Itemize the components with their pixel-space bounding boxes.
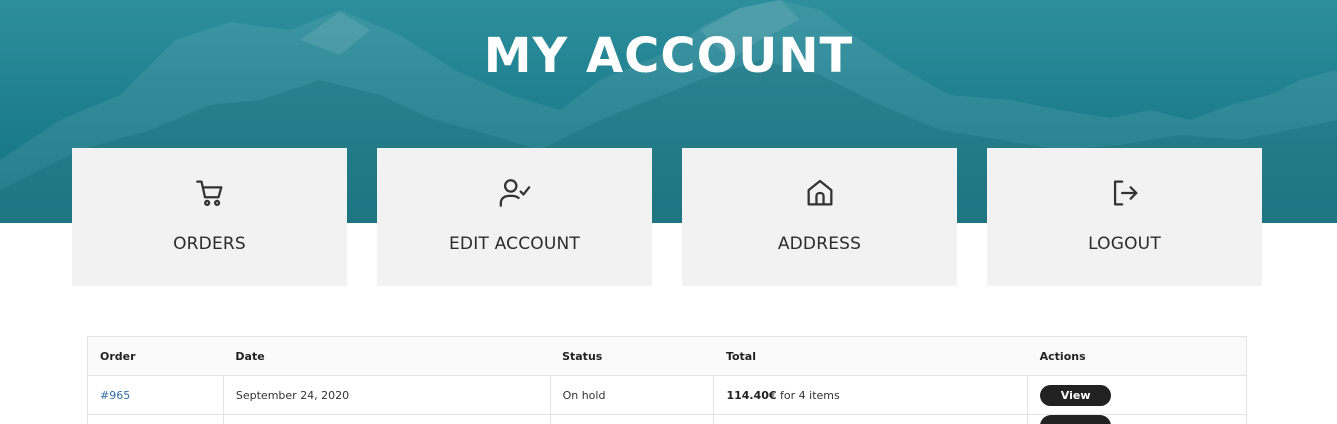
column-header-actions: Actions bbox=[1027, 336, 1247, 376]
column-header-total: Total bbox=[713, 336, 1028, 376]
tile-orders-label: ORDERS bbox=[173, 234, 246, 254]
tile-logout[interactable]: LOGOUT bbox=[987, 148, 1262, 286]
orders-table: Order Date Status Total Actions #965 Sep… bbox=[87, 336, 1247, 424]
user-check-icon bbox=[499, 179, 530, 207]
tile-address-label: ADDRESS bbox=[777, 234, 862, 254]
column-header-date: Date bbox=[223, 336, 551, 376]
tile-edit-account[interactable]: EDIT ACCOUNT bbox=[377, 148, 652, 286]
order-number-cell: #965 bbox=[87, 375, 224, 415]
order-total-amount: 114.40€ bbox=[726, 388, 777, 402]
order-number-link[interactable]: #965 bbox=[100, 389, 130, 402]
tile-orders[interactable]: ORDERS bbox=[72, 148, 347, 286]
table-row: #965 September 24, 2020 On hold 114.40€ … bbox=[87, 375, 1247, 415]
order-actions-cell: View bbox=[1027, 375, 1247, 415]
order-total-items: for 4 items bbox=[776, 388, 840, 402]
home-icon bbox=[807, 179, 832, 206]
tile-logout-label: LOGOUT bbox=[1088, 234, 1161, 254]
logout-icon bbox=[1113, 180, 1137, 206]
tile-address[interactable]: ADDRESS bbox=[682, 148, 957, 286]
table-header-row: Order Date Status Total Actions bbox=[87, 336, 1247, 376]
column-header-status: Status bbox=[550, 336, 714, 376]
cart-icon bbox=[195, 180, 222, 207]
column-header-order: Order bbox=[87, 336, 224, 376]
view-order-button-partial[interactable] bbox=[1040, 415, 1112, 424]
order-total-cell: 114.40€ for 4 items bbox=[713, 375, 1029, 415]
order-status: On hold bbox=[550, 375, 715, 415]
order-date: September 24, 2020 bbox=[223, 375, 551, 415]
table-row bbox=[87, 414, 1247, 424]
page-title: MY ACCOUNT bbox=[483, 28, 854, 84]
tile-edit-account-label: EDIT ACCOUNT bbox=[448, 234, 581, 254]
account-nav-tiles: ORDERS EDIT ACCOUNT ADDRESS LOGOUT bbox=[72, 148, 1262, 286]
view-order-button[interactable]: View bbox=[1040, 384, 1112, 406]
